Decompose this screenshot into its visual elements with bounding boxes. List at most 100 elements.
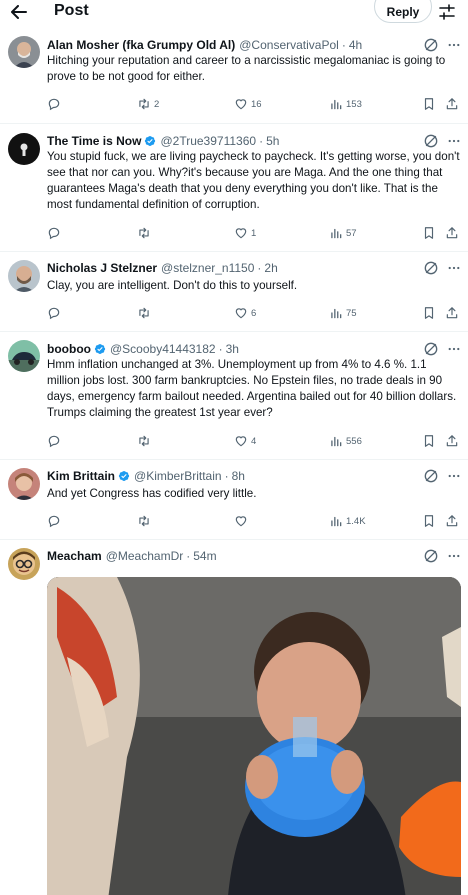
grok-icon[interactable]	[424, 549, 438, 563]
views-action[interactable]: 1.4K	[329, 513, 366, 529]
bookmark-action[interactable]	[422, 433, 436, 449]
like-action[interactable]: 1	[234, 225, 256, 241]
author-handle[interactable]: @Scooby41443182	[110, 342, 216, 356]
share-action[interactable]	[445, 433, 459, 449]
author-handle[interactable]: @2True39711360	[160, 134, 256, 148]
more-options-icon[interactable]	[447, 549, 461, 563]
avatar[interactable]	[8, 340, 40, 372]
more-options-icon[interactable]	[447, 38, 461, 52]
repost-action[interactable]	[137, 305, 154, 321]
avatar[interactable]	[8, 548, 40, 580]
bookmark-action[interactable]	[422, 513, 436, 529]
grok-icon[interactable]	[424, 469, 438, 483]
repost-action[interactable]	[137, 433, 154, 449]
bookmark-icon	[422, 434, 436, 448]
tweet-text: Hitching your reputation and career to a…	[47, 54, 446, 83]
tweet[interactable]: booboo @Scooby41443182 · 3h Hmm inflation un…	[0, 332, 468, 460]
tweet-actions: 6 75	[47, 305, 461, 321]
avatar[interactable]	[8, 260, 40, 292]
repost-action[interactable]	[137, 225, 154, 241]
share-action[interactable]	[445, 225, 459, 241]
tweet-actions: 4 556	[47, 433, 461, 449]
author-handle[interactable]: @stelzner_n1150	[161, 261, 254, 275]
share-icon	[445, 97, 459, 111]
reply-action[interactable]	[47, 96, 64, 112]
timestamp[interactable]: 3h	[226, 342, 239, 356]
avatar[interactable]	[8, 36, 40, 68]
views-icon	[329, 226, 343, 240]
grok-icon[interactable]	[424, 342, 438, 356]
heart-icon	[234, 514, 248, 528]
bookmark-action[interactable]	[422, 225, 436, 241]
author-name[interactable]: Meacham	[47, 549, 102, 563]
tweet-media-image[interactable]	[47, 577, 461, 895]
more-options-icon[interactable]	[447, 342, 461, 356]
views-action[interactable]: 556	[329, 433, 362, 449]
reply-icon	[47, 97, 61, 111]
bookmark-action[interactable]	[422, 96, 436, 112]
grok-icon[interactable]	[424, 261, 438, 275]
author-name[interactable]: Nicholas J Stelzner	[47, 261, 157, 275]
timestamp[interactable]: 5h	[266, 134, 279, 148]
separator-dot: ·	[341, 38, 346, 52]
more-options-icon[interactable]	[447, 134, 461, 148]
reply-action[interactable]	[47, 513, 64, 529]
views-icon	[329, 514, 343, 528]
repost-action[interactable]: 2	[137, 96, 159, 112]
reply-button[interactable]: Reply	[374, 0, 432, 23]
tweet[interactable]: Nicholas J Stelzner @stelzner_n1150 · 2h Cla…	[0, 252, 468, 332]
author-handle[interactable]: @MeachamDr	[106, 549, 184, 563]
like-action[interactable]: 16	[234, 96, 262, 112]
share-action[interactable]	[445, 513, 459, 529]
view-count: 153	[346, 98, 362, 110]
views-action[interactable]: 153	[329, 96, 362, 112]
author-handle[interactable]: @KimberBrittain	[134, 469, 222, 483]
reply-icon	[47, 514, 61, 528]
views-action[interactable]: 57	[329, 225, 357, 241]
repost-icon	[137, 226, 151, 240]
timestamp[interactable]: 8h	[232, 469, 245, 483]
grok-icon[interactable]	[424, 38, 438, 52]
author-name[interactable]: Kim Brittain	[47, 469, 115, 483]
share-action[interactable]	[445, 305, 459, 321]
timestamp[interactable]: 54m	[193, 549, 216, 563]
reply-action[interactable]	[47, 433, 64, 449]
filter-button[interactable]	[438, 3, 456, 21]
back-button[interactable]	[8, 2, 30, 22]
more-options-icon[interactable]	[447, 261, 461, 275]
like-action[interactable]	[234, 513, 251, 529]
bookmark-icon	[422, 514, 436, 528]
more-options-icon[interactable]	[447, 469, 461, 483]
author-name[interactable]: Alan Mosher (fka Grumpy Old Al)	[47, 38, 235, 52]
repost-icon	[137, 514, 151, 528]
separator-dot: ·	[259, 134, 264, 148]
tweet[interactable]: Kim Brittain @KimberBrittain · 8h And yet Co…	[0, 460, 468, 540]
tweet[interactable]: Alan Mosher (fka Grumpy Old Al) @Conserva…	[0, 28, 468, 124]
author-handle[interactable]: @ConservativaPol	[239, 38, 339, 52]
tweet[interactable]: The Time is Now @2True39711360 · 5h You stup…	[0, 124, 468, 252]
view-count: 57	[346, 227, 357, 239]
verified-badge-icon	[144, 135, 156, 147]
avatar[interactable]	[8, 468, 40, 500]
timestamp[interactable]: 4h	[349, 38, 362, 52]
reply-action[interactable]	[47, 305, 64, 321]
bookmark-action[interactable]	[422, 305, 436, 321]
views-action[interactable]: 75	[329, 305, 357, 321]
tweet-actions: 1.4K	[47, 513, 461, 529]
grok-icon[interactable]	[424, 134, 438, 148]
avatar[interactable]	[8, 133, 40, 165]
like-action[interactable]: 4	[234, 433, 256, 449]
author-name[interactable]: booboo	[47, 342, 91, 356]
author-name[interactable]: The Time is Now	[47, 134, 141, 148]
like-count: 1	[251, 227, 257, 239]
timestamp[interactable]: 2h	[264, 261, 277, 275]
like-action[interactable]: 6	[234, 305, 256, 321]
reply-action[interactable]	[47, 225, 64, 241]
share-action[interactable]	[445, 96, 459, 112]
repost-action[interactable]	[137, 513, 154, 529]
share-icon	[445, 226, 459, 240]
tweet-actions: 2 16 153	[47, 96, 461, 112]
verified-badge-icon	[118, 470, 130, 482]
reply-icon	[47, 226, 61, 240]
like-count: 16	[251, 98, 262, 110]
